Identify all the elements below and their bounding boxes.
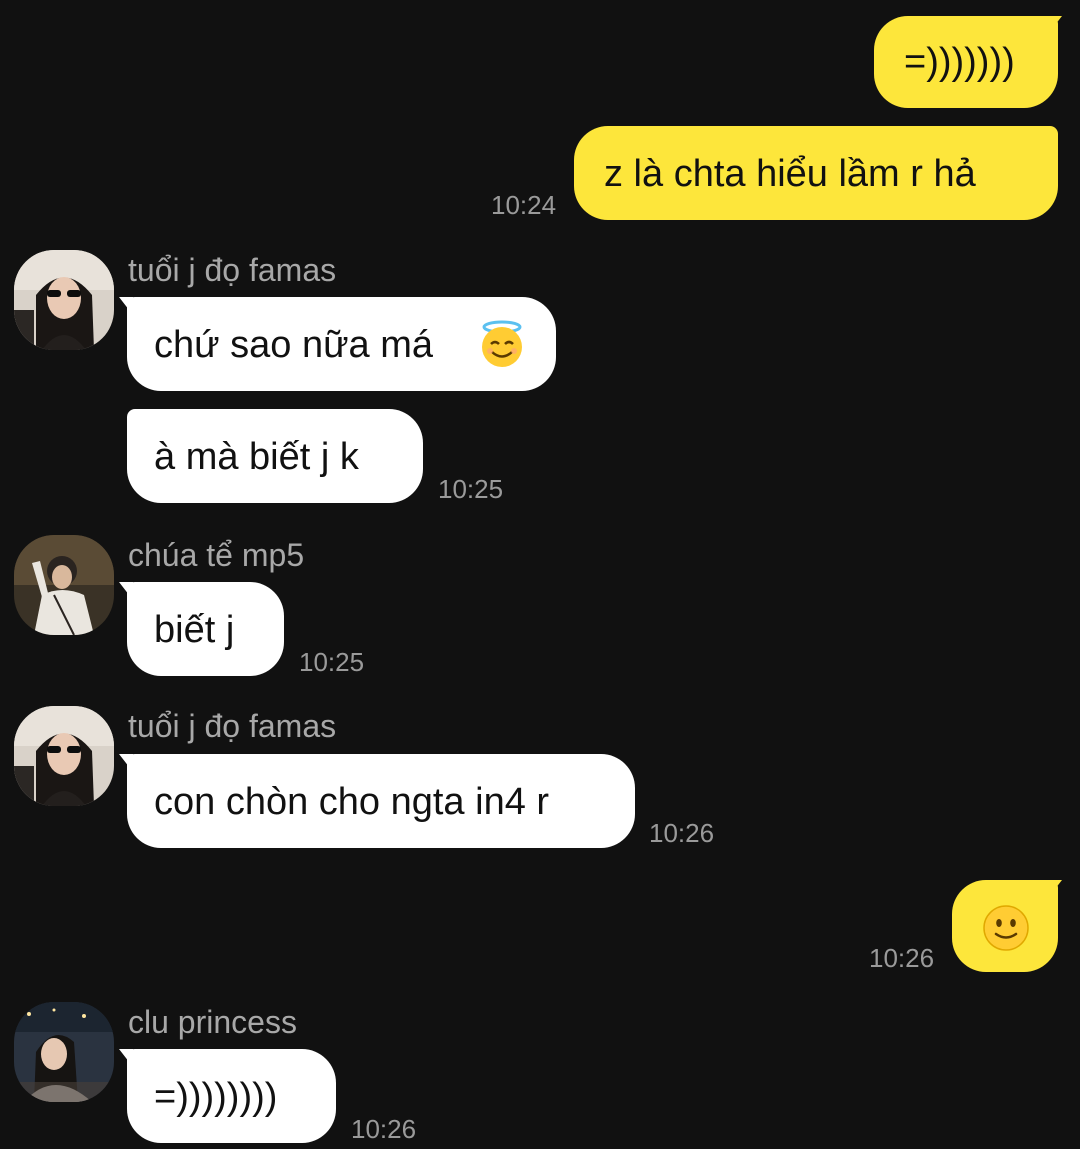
outgoing-message-bubble[interactable]: =))))))) (874, 16, 1058, 108)
incoming-message-bubble[interactable]: =)))))))) (127, 1049, 336, 1143)
message-text: à mà biết j k (154, 436, 359, 478)
message-text: =)))))))) (154, 1076, 278, 1118)
incoming-message-bubble[interactable]: à mà biết j k (127, 409, 423, 503)
message-text: biết j (154, 609, 235, 651)
avatar[interactable] (14, 250, 114, 350)
message-timestamp: 10:24 (491, 190, 557, 220)
incoming-message-bubble[interactable]: biết j (127, 582, 284, 676)
incoming-message-bubble[interactable]: chứ sao nữa má (127, 297, 556, 391)
message-timestamp: 10:26 (351, 1114, 417, 1144)
chat-thread[interactable]: =))))))) z là chta hiểu lầm r hả 10:24 t… (0, 0, 1080, 1149)
message-text: con chòn cho ngta in4 r (154, 781, 550, 823)
sender-name: tuổi j đọ famas (128, 252, 337, 288)
sender-name: clu princess (128, 1004, 297, 1040)
message-text: chứ sao nữa má (154, 324, 434, 366)
bubble-tail (119, 582, 133, 600)
message-timestamp: 10:25 (299, 647, 365, 677)
message-timestamp: 10:25 (438, 474, 504, 504)
smiling-face-with-halo-icon (477, 319, 527, 369)
sender-name: chúa tể mp5 (128, 537, 305, 573)
message-timestamp: 10:26 (649, 818, 715, 848)
bubble-tail (119, 1049, 133, 1067)
outgoing-message-bubble[interactable]: z là chta hiểu lầm r hả (574, 126, 1058, 220)
message-text: z là chta hiểu lầm r hả (604, 153, 976, 195)
avatar[interactable] (14, 1002, 114, 1102)
bubble-tail (1048, 880, 1062, 898)
bubble-tail (119, 297, 133, 315)
bubble-tail (119, 754, 133, 772)
avatar[interactable] (14, 706, 114, 806)
slightly-smiling-face-icon (982, 904, 1030, 952)
incoming-message-bubble[interactable]: con chòn cho ngta in4 r (127, 754, 635, 848)
outgoing-message-bubble[interactable] (952, 880, 1058, 972)
message-timestamp: 10:26 (869, 943, 935, 973)
avatar[interactable] (14, 535, 114, 635)
message-text: =))))))) (904, 41, 1015, 83)
bubble-tail (1048, 16, 1062, 34)
sender-name: tuổi j đọ famas (128, 708, 337, 744)
